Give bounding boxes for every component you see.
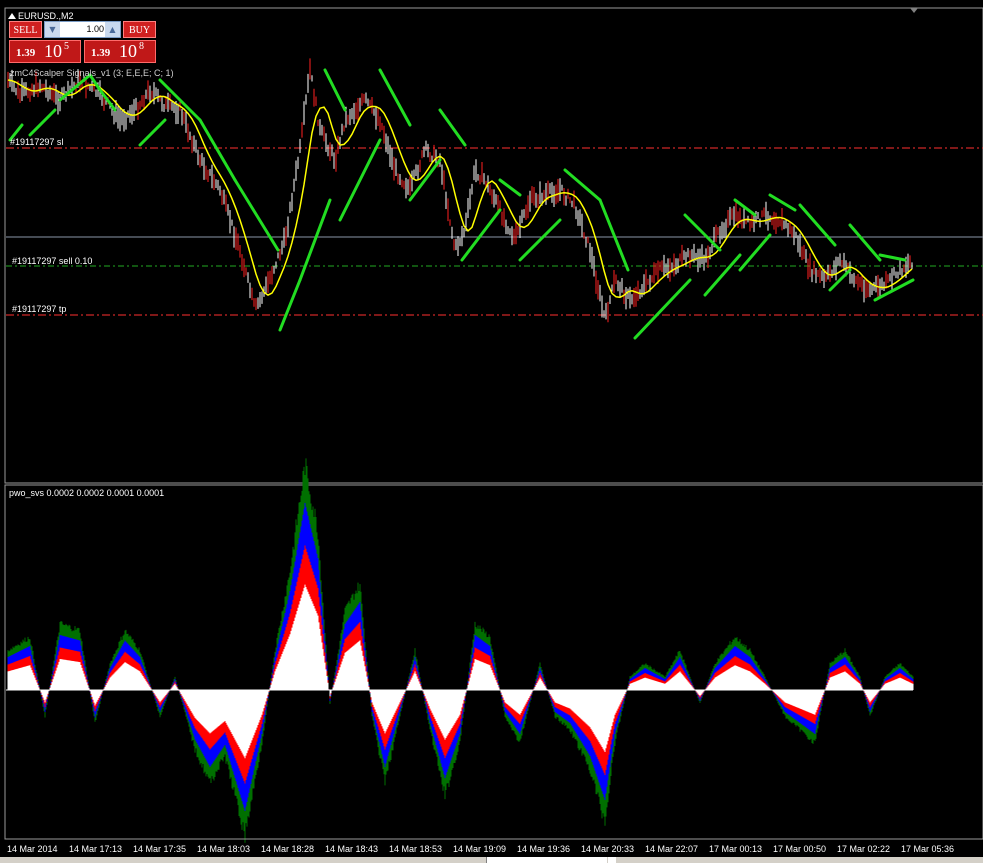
chart-tab[interactable] bbox=[608, 857, 616, 863]
signal-segment bbox=[323, 68, 347, 112]
signal-segment bbox=[28, 108, 57, 137]
signal-segment bbox=[438, 108, 467, 147]
sell-order-label: #19117297 sell 0.10 bbox=[12, 256, 93, 266]
indicator-label: zmC4Scalper Signals_v1 (3; E,E,E; C; 1) bbox=[10, 68, 174, 78]
oscillator-histogram bbox=[7, 458, 914, 843]
lot-size-field[interactable]: ▼ 1.00 ▲ bbox=[44, 21, 121, 38]
time-tick: 17 Mar 05:36 bbox=[901, 844, 955, 854]
time-tick: 14 Mar 22:07 bbox=[645, 844, 699, 854]
one-click-trading-panel: SELL ▼ 1.00 ▲ BUY 1.39 10 5 1.39 10 8 bbox=[9, 21, 156, 63]
moving-average-line bbox=[7, 79, 913, 299]
buy-price-fraction: 8 bbox=[139, 41, 144, 52]
stop-loss-label: #19117297 sl bbox=[10, 137, 64, 147]
lot-increase-icon[interactable]: ▲ bbox=[105, 22, 120, 37]
chart-window[interactable] bbox=[0, 0, 983, 863]
chart-title: EURUSD.,M2 bbox=[18, 11, 74, 21]
time-tick: 17 Mar 00:50 bbox=[773, 844, 827, 854]
time-tick: 14 Mar 20:33 bbox=[581, 844, 635, 854]
signal-segment bbox=[768, 193, 797, 212]
buy-price-pips: 10 bbox=[119, 41, 137, 61]
time-tick: 14 Mar 19:09 bbox=[453, 844, 507, 854]
chart-shift-icon[interactable] bbox=[910, 8, 918, 13]
buy-price-prefix: 1.39 bbox=[91, 47, 111, 59]
signal-segment bbox=[848, 223, 882, 262]
signal-segment bbox=[598, 198, 630, 272]
buy-price-button[interactable]: 1.39 10 8 bbox=[84, 40, 156, 63]
signal-segment bbox=[278, 278, 302, 332]
signal-segment bbox=[233, 178, 280, 252]
signal-segment bbox=[563, 168, 602, 202]
time-tick: 14 Mar 17:35 bbox=[133, 844, 187, 854]
sell-button[interactable]: SELL bbox=[9, 21, 42, 38]
signal-segment bbox=[738, 233, 772, 272]
time-tick: 14 Mar 18:43 bbox=[325, 844, 379, 854]
time-tick: 14 Mar 17:13 bbox=[69, 844, 123, 854]
time-tick: 14 Mar 2014 bbox=[7, 844, 58, 854]
time-tick: 17 Mar 02:22 bbox=[837, 844, 891, 854]
time-tick: 14 Mar 19:36 bbox=[517, 844, 571, 854]
sell-price-prefix: 1.39 bbox=[16, 47, 36, 59]
signal-lines bbox=[8, 68, 915, 340]
signal-segment bbox=[633, 278, 692, 340]
signal-segment bbox=[138, 118, 167, 147]
signal-segment bbox=[498, 178, 522, 197]
signal-segment bbox=[828, 268, 852, 292]
time-tick: 14 Mar 18:03 bbox=[197, 844, 251, 854]
buy-button[interactable]: BUY bbox=[123, 21, 156, 38]
signal-segment bbox=[338, 138, 382, 222]
signal-segment bbox=[878, 253, 907, 262]
sell-price-button[interactable]: 1.39 10 5 bbox=[9, 40, 81, 63]
chart-tab[interactable] bbox=[486, 857, 607, 863]
collapse-arrow-icon[interactable] bbox=[8, 13, 16, 19]
time-tick: 14 Mar 18:28 bbox=[261, 844, 315, 854]
sell-price-fraction: 5 bbox=[64, 41, 69, 52]
time-tick: 14 Mar 18:53 bbox=[389, 844, 443, 854]
time-tick: 17 Mar 00:13 bbox=[709, 844, 763, 854]
oscillator-label: pwo_svs 0.0002 0.0002 0.0001 0.0001 bbox=[9, 488, 165, 498]
take-profit-label: #19117297 tp bbox=[12, 304, 67, 314]
signal-segment bbox=[703, 253, 742, 297]
lot-size-value[interactable]: 1.00 bbox=[61, 22, 104, 37]
sell-price-pips: 10 bbox=[44, 41, 62, 61]
price-bars bbox=[7, 58, 913, 323]
signal-segment bbox=[298, 198, 332, 282]
signal-segment bbox=[378, 68, 412, 127]
lot-decrease-icon[interactable]: ▼ bbox=[45, 22, 60, 37]
